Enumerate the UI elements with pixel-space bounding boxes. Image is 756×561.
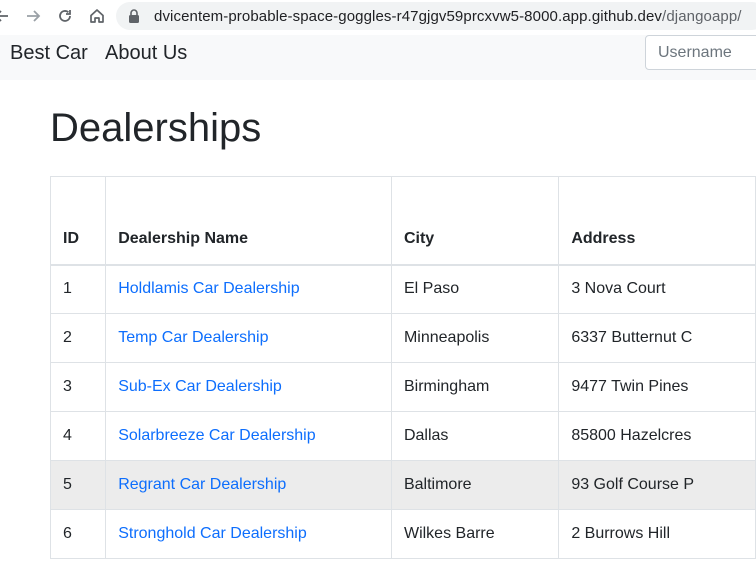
cell-address: 93 Golf Course P	[558, 460, 756, 510]
cell-id: 1	[49, 264, 107, 314]
cell-name: Stronghold Car Dealership	[105, 509, 392, 559]
reload-icon[interactable]	[55, 6, 75, 26]
address-bar[interactable]: dvicentem-probable-space-goggles-r47gjgv…	[116, 2, 756, 30]
browser-toolbar: dvicentem-probable-space-goggles-r47gjgv…	[0, 0, 756, 33]
dealerships-table-wrapper: ID Dealership Name City Address 1 Holdla…	[49, 176, 756, 559]
table-row: 6 Stronghold Car Dealership Wilkes Barre…	[49, 509, 756, 559]
table-row: 2 Temp Car Dealership Minneapolis 6337 B…	[49, 313, 756, 363]
brand-link[interactable]: Best Car	[10, 42, 88, 65]
dealership-link[interactable]: Stronghold Car Dealership	[118, 525, 307, 542]
table-header-row: ID Dealership Name City Address	[49, 176, 756, 266]
cell-city: Wilkes Barre	[390, 509, 560, 559]
cell-address: 2 Burrows Hill	[558, 509, 756, 559]
cell-name: Regrant Car Dealership	[105, 460, 392, 510]
page-title: Dealerships	[50, 106, 262, 150]
cell-name: Sub-Ex Car Dealership	[105, 362, 392, 412]
url-path: /djangoapp/	[662, 8, 742, 25]
cell-address: 6337 Butternut C	[558, 313, 756, 363]
username-input[interactable]	[645, 35, 756, 70]
cell-city: Minneapolis	[390, 313, 560, 363]
table-row: 3 Sub-Ex Car Dealership Birmingham 9477 …	[49, 362, 756, 412]
dealership-link[interactable]: Temp Car Dealership	[118, 329, 268, 346]
dealership-link[interactable]: Sub-Ex Car Dealership	[118, 378, 282, 395]
cell-id: 4	[49, 411, 107, 461]
table-row-hovered: 5 Regrant Car Dealership Baltimore 93 Go…	[49, 460, 756, 510]
navbar: Best Car About Us	[0, 35, 756, 80]
header-dealership-name[interactable]: Dealership Name	[105, 176, 392, 266]
cell-id: 2	[49, 313, 107, 363]
header-id[interactable]: ID	[49, 176, 107, 266]
dealership-link[interactable]: Solarbreeze Car Dealership	[118, 427, 315, 444]
table-row: 1 Holdlamis Car Dealership El Paso 3 Nov…	[49, 264, 756, 314]
forward-arrow-icon[interactable]	[23, 6, 43, 26]
header-address[interactable]: Address	[558, 176, 756, 266]
cell-address: 85800 Hazelcres	[558, 411, 756, 461]
dealerships-table: ID Dealership Name City Address 1 Holdla…	[49, 176, 756, 559]
cell-name: Solarbreeze Car Dealership	[105, 411, 392, 461]
cell-name: Temp Car Dealership	[105, 313, 392, 363]
cell-name: Holdlamis Car Dealership	[105, 264, 392, 314]
dealership-link[interactable]: Holdlamis Car Dealership	[118, 280, 299, 297]
cell-city: Baltimore	[390, 460, 560, 510]
cell-city: El Paso	[390, 264, 560, 314]
cell-city: Dallas	[390, 411, 560, 461]
table-row: 4 Solarbreeze Car Dealership Dallas 8580…	[49, 411, 756, 461]
about-us-link[interactable]: About Us	[105, 42, 187, 65]
lock-icon[interactable]	[128, 9, 140, 28]
url-host: dvicentem-probable-space-goggles-r47gjgv…	[154, 8, 663, 25]
cell-address: 3 Nova Court	[558, 264, 756, 314]
cell-id: 3	[49, 362, 107, 412]
cell-city: Birmingham	[390, 362, 560, 412]
cell-id: 6	[49, 509, 107, 559]
cell-id: 5	[49, 460, 107, 510]
header-city[interactable]: City	[390, 176, 560, 266]
url-text: dvicentem-probable-space-goggles-r47gjgv…	[154, 8, 742, 25]
back-arrow-icon[interactable]	[0, 6, 12, 26]
home-icon[interactable]	[87, 6, 107, 26]
dealership-link[interactable]: Regrant Car Dealership	[118, 476, 286, 493]
cell-address: 9477 Twin Pines	[558, 362, 756, 412]
